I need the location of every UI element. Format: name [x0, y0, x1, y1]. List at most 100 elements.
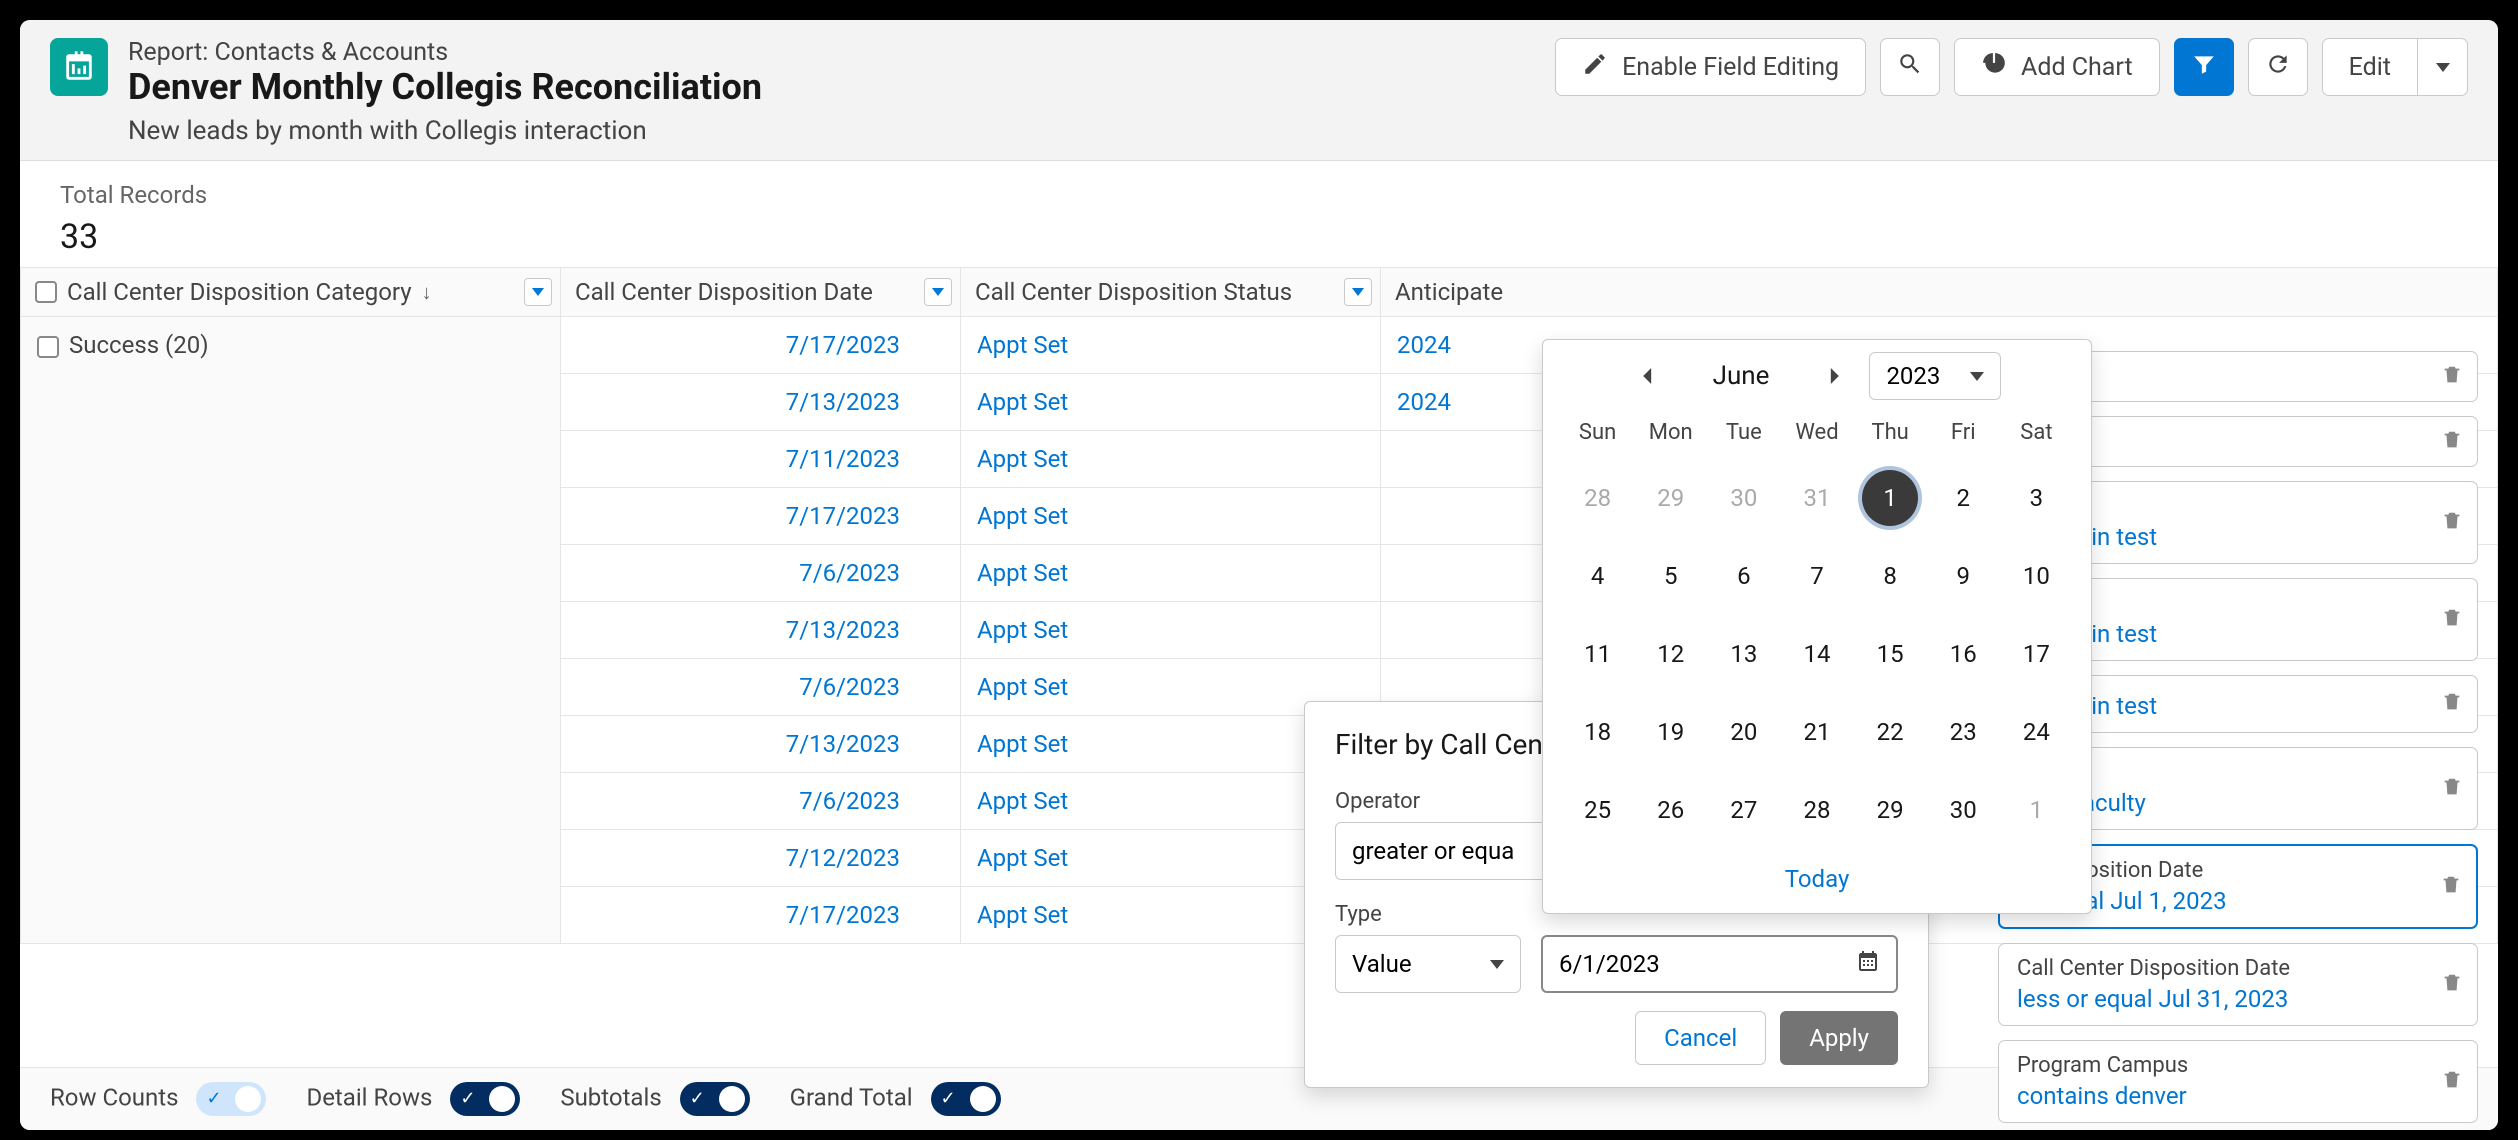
trash-icon[interactable] — [2440, 874, 2462, 900]
col-header-anticipated[interactable]: Anticipate — [1381, 268, 2498, 317]
calendar-day[interactable]: 16 — [1927, 615, 2000, 693]
calendar-day[interactable]: 11 — [1561, 615, 1634, 693]
col-header-status[interactable]: Call Center Disposition Status — [961, 268, 1381, 317]
col-filter-button[interactable] — [1344, 278, 1372, 306]
subtotals-label: Subtotals — [560, 1083, 661, 1111]
year-select[interactable]: 2023 — [1869, 352, 2001, 400]
col-filter-button[interactable] — [924, 278, 952, 306]
trash-icon[interactable] — [2441, 364, 2463, 390]
calendar-day[interactable]: 25 — [1561, 771, 1634, 849]
calendar-day[interactable]: 2 — [1927, 459, 2000, 537]
trash-icon[interactable] — [2441, 972, 2463, 998]
category-group-cell: Success (20) — [21, 317, 561, 944]
calendar-day[interactable]: 4 — [1561, 537, 1634, 615]
calendar-day[interactable]: 29 — [1854, 771, 1927, 849]
calendar-day[interactable]: 31 — [1780, 459, 1853, 537]
calendar-day[interactable]: 12 — [1634, 615, 1707, 693]
calendar-day[interactable]: 23 — [1927, 693, 2000, 771]
calendar-day[interactable]: 18 — [1561, 693, 1634, 771]
prev-month-button[interactable] — [1633, 361, 1663, 391]
calendar-day[interactable]: 9 — [1927, 537, 2000, 615]
calendar-day[interactable]: 1 — [1854, 459, 1927, 537]
subtotals-toggle[interactable]: ✓ — [680, 1082, 750, 1116]
trash-icon[interactable] — [2441, 776, 2463, 802]
date-cell[interactable]: 7/12/2023 — [561, 830, 961, 887]
apply-button[interactable]: Apply — [1780, 1011, 1898, 1065]
date-cell[interactable]: 7/13/2023 — [561, 374, 961, 431]
edit-button[interactable]: Edit — [2322, 38, 2418, 96]
col-filter-button[interactable] — [524, 278, 552, 306]
status-cell[interactable]: Appt Set — [961, 602, 1381, 659]
calendar-day[interactable]: 28 — [1561, 459, 1634, 537]
calendar-icon[interactable] — [1856, 949, 1880, 979]
filter-chip[interactable]: Call Center Disposition Dateless or equa… — [1998, 943, 2478, 1026]
calendar-day[interactable]: 19 — [1634, 693, 1707, 771]
calendar-day[interactable]: 6 — [1707, 537, 1780, 615]
col-header-date[interactable]: Call Center Disposition Date — [561, 268, 961, 317]
calendar-day[interactable]: 28 — [1780, 771, 1853, 849]
status-cell[interactable]: Appt Set — [961, 488, 1381, 545]
trash-icon[interactable] — [2441, 607, 2463, 633]
trash-icon[interactable] — [2441, 429, 2463, 455]
calendar-day[interactable]: 20 — [1707, 693, 1780, 771]
date-cell[interactable]: 7/6/2023 — [561, 659, 961, 716]
next-month-button[interactable] — [1819, 361, 1849, 391]
date-cell[interactable]: 7/17/2023 — [561, 488, 961, 545]
date-cell[interactable]: 7/6/2023 — [561, 545, 961, 602]
app-window: Report: Contacts & Accounts Denver Month… — [20, 20, 2498, 1130]
calendar-day[interactable]: 30 — [1927, 771, 2000, 849]
calendar-day[interactable]: 17 — [2000, 615, 2073, 693]
date-cell[interactable]: 7/17/2023 — [561, 887, 961, 944]
calendar-day[interactable]: 24 — [2000, 693, 2073, 771]
row-checkbox[interactable] — [37, 336, 59, 358]
filter-chip[interactable]: Program Campuscontains denver — [1998, 1040, 2478, 1123]
top-actions: Enable Field Editing Add Chart Edit — [1555, 38, 2468, 96]
trash-icon[interactable] — [2441, 510, 2463, 536]
date-cell[interactable]: 7/11/2023 — [561, 431, 961, 488]
calendar-day[interactable]: 5 — [1634, 537, 1707, 615]
calendar-day[interactable]: 7 — [1780, 537, 1853, 615]
calendar-day[interactable]: 8 — [1854, 537, 1927, 615]
cancel-button[interactable]: Cancel — [1635, 1011, 1766, 1065]
select-all-checkbox[interactable] — [35, 281, 57, 303]
trash-icon[interactable] — [2441, 691, 2463, 717]
calendar-day[interactable]: 26 — [1634, 771, 1707, 849]
grand-total-toggle[interactable]: ✓ — [931, 1082, 1001, 1116]
edit-dropdown-button[interactable] — [2418, 38, 2468, 96]
add-chart-button[interactable]: Add Chart — [1954, 38, 2160, 96]
row-counts-toggle[interactable]: ✓ — [196, 1082, 266, 1116]
category-group-label: Success (20) — [69, 331, 209, 359]
trash-icon[interactable] — [2441, 1069, 2463, 1095]
calendar-day[interactable]: 27 — [1707, 771, 1780, 849]
calendar-day[interactable]: 21 — [1780, 693, 1853, 771]
status-cell[interactable]: Appt Set — [961, 431, 1381, 488]
calendar-day[interactable]: 29 — [1634, 459, 1707, 537]
col-header-category[interactable]: Call Center Disposition Category ↓ — [21, 268, 561, 317]
date-cell[interactable]: 7/13/2023 — [561, 602, 961, 659]
detail-rows-toggle[interactable]: ✓ — [450, 1082, 520, 1116]
type-value: Value — [1352, 950, 1412, 978]
status-cell[interactable]: Appt Set — [961, 317, 1381, 374]
calendar-day[interactable]: 1 — [2000, 771, 2073, 849]
date-input[interactable] — [1559, 950, 1816, 978]
calendar-day[interactable]: 14 — [1780, 615, 1853, 693]
refresh-button[interactable] — [2248, 38, 2308, 96]
filter-toggle-button[interactable] — [2174, 38, 2234, 96]
calendar-day[interactable]: 22 — [1854, 693, 1927, 771]
detail-rows-toggle-group: Detail Rows ✓ — [306, 1082, 520, 1116]
search-button[interactable] — [1880, 38, 1940, 96]
calendar-day[interactable]: 13 — [1707, 615, 1780, 693]
date-cell[interactable]: 7/13/2023 — [561, 716, 961, 773]
calendar-day[interactable]: 10 — [2000, 537, 2073, 615]
calendar-day[interactable]: 15 — [1854, 615, 1927, 693]
today-link[interactable]: Today — [1561, 849, 2073, 897]
enable-field-editing-button[interactable]: Enable Field Editing — [1555, 38, 1866, 96]
date-cell[interactable]: 7/6/2023 — [561, 773, 961, 830]
status-cell[interactable]: Appt Set — [961, 545, 1381, 602]
calendar-day[interactable]: 3 — [2000, 459, 2073, 537]
date-cell[interactable]: 7/17/2023 — [561, 317, 961, 374]
type-select[interactable]: Value — [1335, 935, 1521, 993]
date-input-wrap[interactable] — [1541, 935, 1898, 993]
calendar-day[interactable]: 30 — [1707, 459, 1780, 537]
status-cell[interactable]: Appt Set — [961, 374, 1381, 431]
